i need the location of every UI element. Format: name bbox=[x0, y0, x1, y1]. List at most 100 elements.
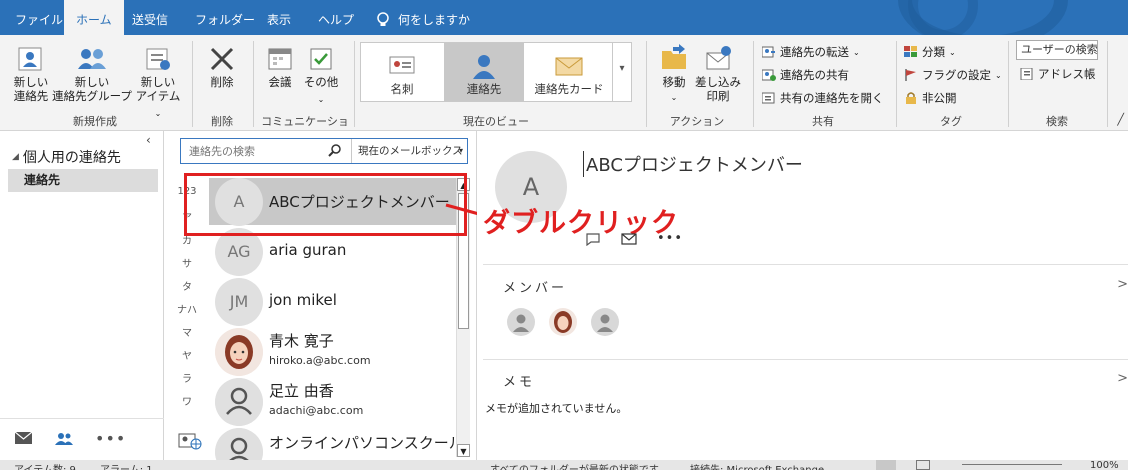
collapse-pane-chevron-icon[interactable]: ‹ bbox=[146, 133, 151, 147]
divider bbox=[354, 41, 355, 127]
new-items-label-2: アイテム bbox=[135, 89, 181, 103]
share-contacts-button[interactable]: 連絡先の共有 bbox=[762, 67, 849, 83]
contact-name: 足立 由香 bbox=[269, 382, 334, 400]
follow-up-button[interactable]: フラグの設定 ⌄ bbox=[904, 67, 1002, 83]
more-options-icon bbox=[310, 48, 332, 70]
status-connection: 接続先: Microsoft Exchange bbox=[690, 461, 824, 470]
new-group-label-2: 連絡先グループ bbox=[52, 89, 132, 103]
tab-send-receive[interactable]: 送受信 bbox=[120, 0, 180, 35]
view-business-card[interactable]: 名刺 bbox=[362, 43, 442, 101]
avatar: JM bbox=[215, 278, 263, 326]
current-view-gallery: 名刺 連絡先 連絡先カード ▾ bbox=[360, 42, 632, 102]
search-input[interactable] bbox=[183, 141, 343, 161]
zoom-level[interactable]: 100% bbox=[1090, 460, 1119, 470]
search-people-input[interactable]: ユーザーの検索 bbox=[1016, 40, 1098, 60]
scroll-down-arrow-icon[interactable]: ▼ bbox=[457, 444, 470, 457]
mail-icon[interactable] bbox=[15, 432, 33, 445]
expand-members-chevron-icon[interactable]: > bbox=[1117, 277, 1128, 292]
annotation-highlight-box bbox=[184, 173, 467, 236]
list-item[interactable]: JM jon mikel bbox=[209, 278, 456, 326]
tab-view[interactable]: 表示 bbox=[255, 0, 303, 35]
folder-group-header[interactable]: ◢ 個人用の連絡先 bbox=[12, 147, 121, 167]
mail-merge-label-1: 差し込み bbox=[695, 75, 741, 89]
calendar-icon bbox=[268, 48, 292, 70]
index-item[interactable]: タ bbox=[164, 278, 210, 293]
member-avatar-placeholder[interactable] bbox=[507, 308, 535, 336]
memo-header: メモ bbox=[503, 375, 536, 390]
chevron-down-icon: ⌄ bbox=[317, 95, 325, 104]
contact-group-icon bbox=[78, 49, 106, 69]
search-icon[interactable] bbox=[328, 144, 342, 158]
people-icon[interactable] bbox=[55, 432, 73, 446]
new-contact-icon bbox=[18, 47, 42, 71]
private-button[interactable]: 非公開 bbox=[904, 90, 957, 106]
chat-icon[interactable] bbox=[585, 232, 601, 246]
more-button[interactable]: その他 ⌄ bbox=[300, 45, 342, 107]
folder-icon bbox=[662, 44, 686, 69]
chevron-down-icon: ⌄ bbox=[670, 93, 678, 102]
envelope-icon[interactable] bbox=[621, 232, 637, 245]
tell-me-box[interactable]: 何をしますか bbox=[376, 11, 470, 28]
new-items-icon bbox=[146, 48, 170, 70]
categorize-button[interactable]: 分類 ⌄ bbox=[904, 44, 956, 60]
more-label: その他 bbox=[303, 75, 339, 89]
search-scope-dropdown[interactable]: 現在のメールボックス ▾ bbox=[351, 139, 467, 163]
ribbon: 新しい 連絡先 新しい 連絡先グループ 新しい アイテム ⌄ 新規作成 削除 削… bbox=[0, 35, 1128, 144]
index-item[interactable]: ナハ bbox=[164, 301, 210, 316]
normal-view-button[interactable] bbox=[876, 460, 896, 470]
contact-actions: ••• bbox=[585, 231, 683, 246]
follow-up-label: フラグの設定 bbox=[922, 68, 991, 82]
view-gallery-expand-button[interactable]: ▾ bbox=[612, 43, 631, 101]
index-item[interactable]: ワ bbox=[164, 393, 210, 408]
reading-view-button[interactable] bbox=[916, 460, 930, 470]
view-contacts-label: 連絡先 bbox=[466, 82, 502, 96]
more-apps-icon[interactable]: ••• bbox=[95, 429, 126, 448]
contact-title[interactable]: ABCプロジェクトメンバー bbox=[583, 151, 803, 177]
tab-home[interactable]: ホーム bbox=[64, 0, 124, 35]
contact-name: jon mikel bbox=[269, 291, 337, 309]
address-book-button[interactable]: アドレス帳 bbox=[1020, 66, 1096, 82]
open-shared-contacts-button[interactable]: 共有の連絡先を開く bbox=[762, 90, 884, 106]
delete-button[interactable]: 削除 bbox=[200, 45, 244, 89]
index-item[interactable]: ラ bbox=[164, 370, 210, 385]
group-view-label: 現在のビュー bbox=[463, 115, 529, 128]
status-alarms[interactable]: アラーム: 1 bbox=[100, 461, 153, 470]
move-label: 移動 bbox=[662, 75, 686, 89]
index-item[interactable]: サ bbox=[164, 255, 210, 270]
status-sync: すべてのフォルダーが最新の状態です。 bbox=[490, 461, 668, 470]
divider bbox=[253, 41, 254, 127]
view-contact-card-label: 連絡先カード bbox=[534, 82, 604, 96]
status-bar: アイテム数: 9 アラーム: 1 すべてのフォルダーが最新の状態です。 接続先:… bbox=[0, 460, 1128, 470]
menu-bar: ファイル ホーム 送受信 フォルダー 表示 ヘルプ 何をしますか bbox=[0, 0, 1128, 35]
folder-item-contacts[interactable]: 連絡先 bbox=[8, 169, 158, 192]
view-contact-card[interactable]: 連絡先カード bbox=[527, 43, 611, 101]
contact-list-pane: 現在のメールボックス ▾ 123 ア カ サ タ ナハ マ ヤ ラ ワ A AB… bbox=[164, 131, 491, 470]
navigation-bar: ••• bbox=[0, 418, 164, 458]
mail-merge-button[interactable]: 差し込み 印刷 bbox=[694, 43, 742, 103]
move-button[interactable]: 移動 ⌄ bbox=[653, 43, 695, 105]
meeting-button[interactable]: 会議 bbox=[262, 45, 298, 89]
shared-contacts-icon bbox=[762, 92, 775, 104]
new-contact-button[interactable]: 新しい 連絡先 bbox=[8, 45, 54, 103]
more-actions-icon[interactable]: ••• bbox=[657, 231, 683, 246]
view-contacts[interactable]: 連絡先 bbox=[444, 43, 524, 101]
delete-label: 削除 bbox=[210, 75, 234, 89]
member-avatar-placeholder[interactable] bbox=[591, 308, 619, 336]
index-item[interactable]: ヤ bbox=[164, 347, 210, 362]
forward-contact-button[interactable]: 連絡先の転送 ⌄ bbox=[762, 44, 860, 60]
tab-help[interactable]: ヘルプ bbox=[306, 0, 366, 35]
expand-memo-chevron-icon[interactable]: > bbox=[1117, 371, 1128, 386]
zoom-slider[interactable] bbox=[962, 464, 1062, 465]
mail-merge-label-2: 印刷 bbox=[706, 89, 730, 103]
new-contact-group-button[interactable]: 新しい 連絡先グループ bbox=[52, 45, 132, 103]
divider bbox=[483, 264, 1128, 265]
index-item[interactable]: マ bbox=[164, 324, 210, 339]
new-items-button[interactable]: 新しい アイテム ⌄ bbox=[134, 45, 182, 121]
contact-card-icon[interactable] bbox=[178, 432, 202, 450]
forward-contact-icon bbox=[762, 46, 775, 58]
list-item[interactable]: 青木 寛子 hiroko.a@abc.com bbox=[209, 328, 456, 376]
member-avatar-photo[interactable] bbox=[549, 308, 577, 336]
list-item[interactable]: 足立 由香 adachi@abc.com bbox=[209, 378, 456, 426]
chevron-down-icon: ▾ bbox=[619, 63, 625, 74]
caret-down-icon: ◢ bbox=[12, 152, 19, 162]
